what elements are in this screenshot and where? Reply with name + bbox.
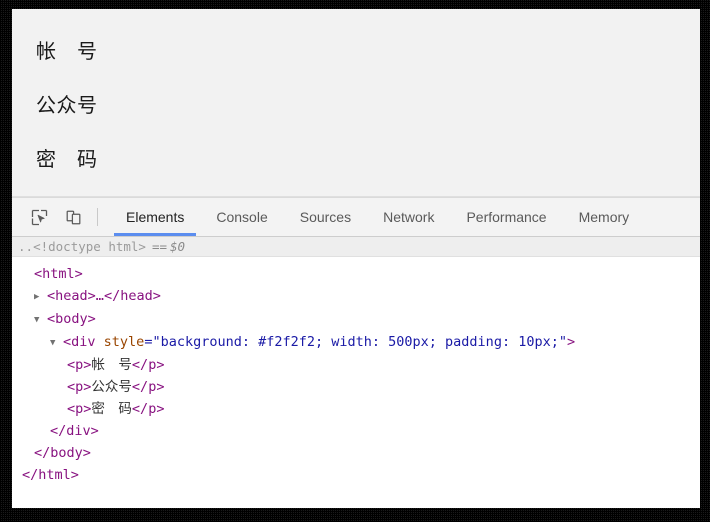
- dom-node-html-open[interactable]: <html>: [22, 263, 700, 285]
- dom-node-div-close[interactable]: </div>: [22, 420, 700, 442]
- dom-tag-head-close: </head>: [104, 288, 161, 304]
- tab-sources[interactable]: Sources: [284, 198, 367, 236]
- tab-elements[interactable]: Elements: [110, 198, 200, 236]
- tab-performance-label: Performance: [466, 209, 546, 225]
- dom-node-body-close[interactable]: </body>: [22, 442, 700, 464]
- dom-node-html-close[interactable]: </html>: [22, 464, 700, 486]
- dom-tag-p-close: </p>: [132, 357, 165, 373]
- devtools-toolbar: Elements Console Sources Network Perform…: [12, 198, 700, 237]
- inspect-cursor-icon: [31, 209, 48, 226]
- tab-network[interactable]: Network: [367, 198, 450, 236]
- dom-text-p-1: 帐 号: [91, 357, 132, 373]
- toggle-device-toolbar-button[interactable]: [56, 198, 90, 236]
- dom-tag-html-close: </html>: [22, 467, 79, 483]
- dom-tag-html-open: <html>: [34, 266, 83, 282]
- dom-text-p-3: 密 码: [91, 401, 132, 417]
- page-content-div: 帐 号 公众号 密 码: [26, 31, 546, 179]
- devtools-tab-list: Elements Console Sources Network Perform…: [110, 198, 645, 236]
- tab-console-label: Console: [216, 209, 267, 225]
- tab-elements-label: Elements: [126, 209, 184, 225]
- disclosure-triangle-expanded-icon[interactable]: ▼: [50, 332, 63, 354]
- disclosure-triangle-expanded-icon[interactable]: ▼: [34, 309, 47, 331]
- breadcrumb-prefix: ..: [18, 239, 33, 254]
- breadcrumb-equals: ==: [152, 239, 167, 254]
- toolbar-divider: [97, 208, 98, 226]
- dom-tag-div-open: <div: [63, 334, 96, 350]
- breadcrumb-doctype: <!doctype html>: [33, 239, 146, 254]
- tab-network-label: Network: [383, 209, 434, 225]
- dom-attr-style-name: style: [104, 334, 145, 350]
- devtools-panel: Elements Console Sources Network Perform…: [12, 198, 700, 508]
- breadcrumb-selected-ref: $0: [170, 239, 185, 254]
- disclosure-triangle-collapsed-icon[interactable]: ▶: [34, 286, 47, 308]
- page-paragraph-password: 密 码: [36, 149, 536, 169]
- dom-tag-p-open: <p>: [67, 357, 91, 373]
- dom-tag-head-open: <head>: [47, 288, 96, 304]
- tab-memory-label: Memory: [579, 209, 630, 225]
- dom-node-body-open[interactable]: ▼<body>: [22, 308, 700, 331]
- browser-window: 帐 号 公众号 密 码: [12, 9, 700, 508]
- dom-tag-p-open: <p>: [67, 379, 91, 395]
- dom-tag-p-close: </p>: [132, 401, 165, 417]
- dom-tree: <html> ▶<head>…</head> ▼<body> ▼<div sty…: [12, 257, 700, 508]
- tab-memory[interactable]: Memory: [563, 198, 646, 236]
- screenshot-frame: 帐 号 公众号 密 码: [0, 0, 710, 522]
- dom-head-ellipsis: …: [96, 288, 104, 304]
- dom-node-div-open[interactable]: ▼<div style="background: #f2f2f2; width:…: [22, 331, 700, 354]
- dom-tag-body-open: <body>: [47, 311, 96, 327]
- dom-tag-p-close: </p>: [132, 379, 165, 395]
- tab-console[interactable]: Console: [200, 198, 283, 236]
- dom-node-p-1[interactable]: <p>帐 号</p>: [22, 354, 700, 376]
- dom-tag-body-close: </body>: [34, 445, 91, 461]
- tab-sources-label: Sources: [300, 209, 351, 225]
- dom-text-p-2: 公众号: [91, 379, 132, 395]
- dom-node-head[interactable]: ▶<head>…</head>: [22, 285, 700, 308]
- dom-attr-style-value: background: #f2f2f2; width: 500px; paddi…: [161, 334, 559, 350]
- page-paragraph-public-account: 公众号: [36, 95, 536, 115]
- dom-node-p-2[interactable]: <p>公众号</p>: [22, 376, 700, 398]
- device-toolbar-icon: [65, 209, 82, 226]
- breadcrumb[interactable]: .. <!doctype html> == $0: [12, 237, 700, 257]
- tab-performance[interactable]: Performance: [450, 198, 562, 236]
- inspect-element-button[interactable]: [22, 198, 56, 236]
- dom-tag-div-close: </div>: [50, 423, 99, 439]
- dom-node-p-3[interactable]: <p>密 码</p>: [22, 398, 700, 420]
- dom-tag-p-open: <p>: [67, 401, 91, 417]
- page-viewport: 帐 号 公众号 密 码: [12, 9, 700, 198]
- page-paragraph-account: 帐 号: [36, 41, 536, 61]
